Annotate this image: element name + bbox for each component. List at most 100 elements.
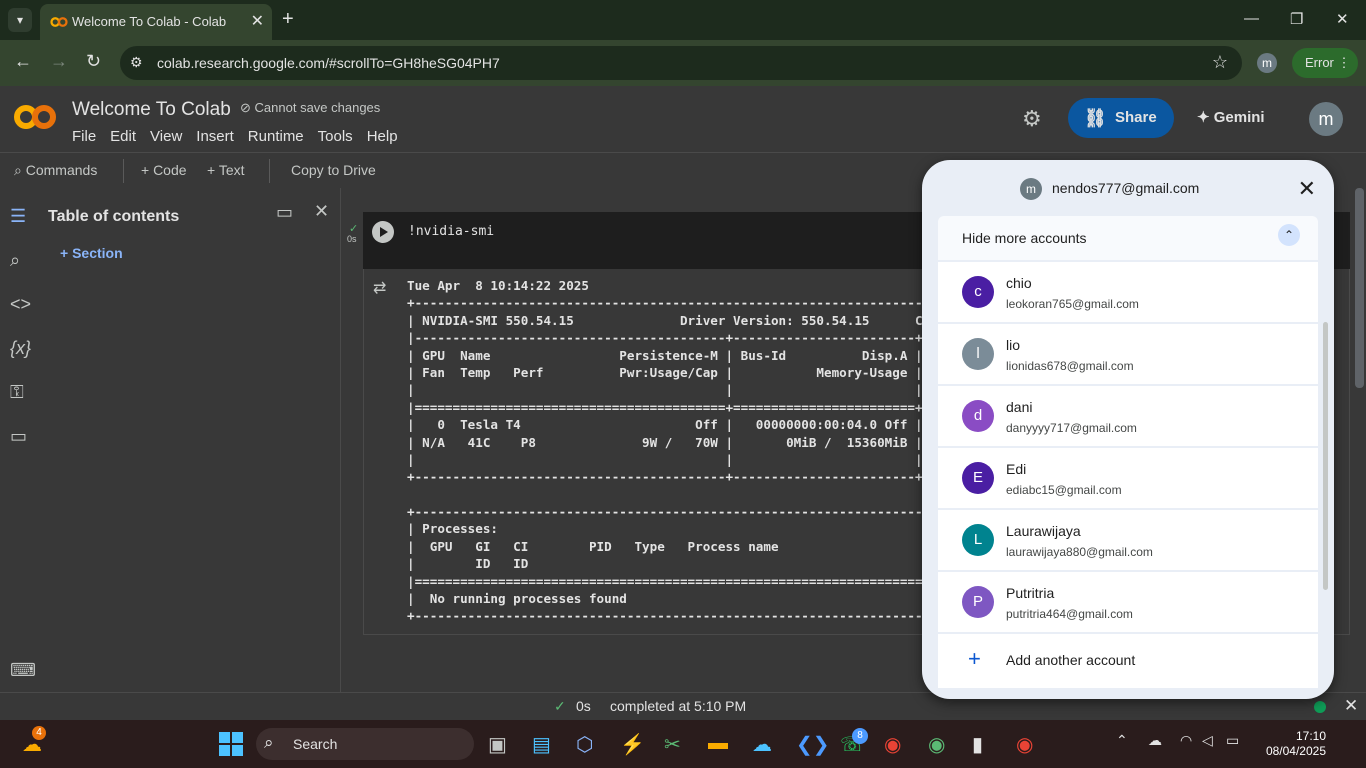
minimize-icon[interactable]: — [1244, 10, 1259, 27]
account-avatar[interactable]: m [1309, 102, 1343, 136]
error-button[interactable]: Error ⋮ [1292, 48, 1358, 78]
colab-favicon-icon [50, 17, 68, 27]
windows-start-icon[interactable] [219, 732, 243, 756]
terminal-app-icon[interactable]: ▮ [972, 732, 983, 757]
connection-dot [1314, 701, 1326, 713]
toc-close-icon[interactable]: ✕ [314, 201, 329, 222]
gemini-button[interactable]: ✦ Gemini [1197, 108, 1265, 126]
account-row[interactable]: E Edi ediabc15@gmail.com [938, 448, 1318, 508]
colab-logo-icon[interactable] [13, 102, 57, 132]
tray-chevron-icon[interactable]: ⌃ [1116, 732, 1128, 749]
taskbar-search-label: Search [293, 736, 338, 752]
menu-file[interactable]: File [72, 128, 96, 145]
wifi-icon[interactable]: ◠ [1180, 732, 1192, 749]
status-completed: completed at 5:10 PM [610, 698, 747, 714]
add-account-button[interactable]: + Add another account [938, 634, 1318, 688]
url-text[interactable]: colab.research.google.com/#scrollTo=GH8h… [157, 55, 500, 71]
window-close-icon[interactable]: ✕ [1336, 10, 1349, 28]
back-icon[interactable]: ← [14, 51, 32, 72]
tab-search-icon[interactable]: ▾ [8, 8, 32, 32]
menu-edit[interactable]: Edit [110, 128, 136, 145]
menu-insert[interactable]: Insert [196, 128, 234, 145]
reload-icon[interactable]: ↻ [86, 51, 101, 72]
power-automate-icon[interactable]: ⚡ [620, 732, 645, 757]
popup-close-icon[interactable]: ✕ [1298, 176, 1316, 202]
toc-add-section[interactable]: + Section [60, 245, 123, 261]
restore-icon[interactable]: ❐ [1290, 10, 1303, 28]
account-avatar: L [962, 524, 994, 556]
menu-help[interactable]: Help [367, 128, 398, 145]
clock-time: 17:10 [1295, 729, 1326, 743]
account-email: leokoran765@gmail.com [1006, 297, 1139, 311]
add-code-button[interactable]: + Code [141, 162, 187, 178]
vscode-icon[interactable]: ❮❯ [796, 732, 830, 757]
forward-icon[interactable]: → [50, 51, 68, 72]
account-row[interactable]: l lio lionidas678@gmail.com [938, 324, 1318, 384]
tab-title: Welcome To Colab - Colab [72, 14, 227, 29]
add-account-label: Add another account [1006, 652, 1136, 668]
status-close-icon[interactable]: ✕ [1344, 696, 1358, 716]
account-email: laurawijaya880@gmail.com [1006, 545, 1153, 559]
battery-icon[interactable]: ▭ [1226, 732, 1239, 749]
chrome-active-icon[interactable]: ◉ [1016, 732, 1033, 757]
bookmark-star-icon[interactable]: ☆ [1212, 52, 1228, 73]
copy-to-drive-button[interactable]: Copy to Drive [291, 162, 376, 178]
account-row[interactable]: c chio leokoran765@gmail.com [938, 262, 1318, 322]
code-snippets-icon[interactable]: <> [10, 294, 31, 315]
output-actions-icon[interactable]: ⇄ [373, 278, 386, 298]
account-row[interactable]: d dani danyyyy717@gmail.com [938, 386, 1318, 446]
taskbar-search[interactable]: ⌕ Search [256, 728, 474, 760]
notebook-scrollbar[interactable] [1355, 188, 1364, 388]
clock[interactable]: 17:10 08/04/2025 [1256, 729, 1326, 759]
menu-view[interactable]: View [150, 128, 182, 145]
cloud-app-icon[interactable]: ☁ [752, 732, 772, 757]
onedrive-icon[interactable]: ☁ [1148, 732, 1162, 749]
save-status-text: Cannot save changes [254, 100, 381, 115]
omnibox[interactable]: ⚙ colab.research.google.com/#scrollTo=GH… [120, 46, 1242, 80]
account-avatar: E [962, 462, 994, 494]
toolbar-divider [123, 159, 124, 183]
account-avatar: c [962, 276, 994, 308]
menu-bar: File Edit View Insert Runtime Tools Help [72, 128, 412, 145]
account-row[interactable]: P Putritria putritria464@gmail.com [938, 572, 1318, 632]
browser-tab[interactable]: Welcome To Colab - Colab ✕ [40, 4, 272, 40]
add-text-button[interactable]: + Text [207, 162, 245, 178]
account-email: lionidas678@gmail.com [1006, 359, 1134, 373]
app-icon[interactable]: ▤ [532, 732, 551, 757]
share-button[interactable]: ⛓ Share [1068, 98, 1174, 138]
new-tab-icon[interactable]: + [282, 8, 294, 30]
toc-icon[interactable]: ☰ [10, 206, 26, 227]
cell-code[interactable]: !nvidia-smi [408, 224, 494, 239]
tab-close-icon[interactable]: ✕ [251, 11, 264, 31]
windows-taskbar: ☁ 4 ⌕ Search ▣ ▤ ⬡ ⚡ ✂ ▬ ☁ ❮❯ ☏ 8 ◉ ◉ ▮ … [0, 720, 1366, 768]
hide-more-accounts-button[interactable]: Hide more accounts ⌃ [938, 216, 1318, 260]
volume-icon[interactable]: ◁ [1202, 732, 1213, 749]
find-icon[interactable]: ⌕ [10, 250, 20, 271]
terminal-icon[interactable]: ⌨ [10, 660, 36, 681]
menu-tools[interactable]: Tools [318, 128, 353, 145]
variables-icon[interactable]: {x} [10, 338, 31, 359]
exec-time: 0s [347, 234, 357, 244]
secrets-key-icon[interactable]: ⚿ [10, 382, 24, 403]
account-name: chio [1006, 275, 1032, 291]
run-cell-button[interactable] [372, 221, 394, 243]
snipping-tool-icon[interactable]: ✂ [664, 732, 681, 757]
account-row[interactable]: L Laurawijaya laurawijaya880@gmail.com [938, 510, 1318, 570]
toc-expand-icon[interactable]: ▭ [276, 202, 293, 223]
plus-icon: + [968, 646, 981, 671]
site-info-icon[interactable]: ⚙ [130, 54, 143, 71]
popup-scrollbar[interactable] [1323, 322, 1328, 590]
notebook-title[interactable]: Welcome To Colab [72, 99, 231, 121]
commands-button[interactable]: ⌕ Commands [14, 162, 97, 179]
settings-gear-icon[interactable]: ⚙ [1022, 106, 1042, 132]
task-view-icon[interactable]: ▣ [488, 732, 507, 757]
file-explorer-icon[interactable]: ▬ [708, 732, 728, 755]
commands-label: Commands [25, 162, 98, 178]
files-folder-icon[interactable]: ▭ [10, 426, 27, 447]
menu-runtime[interactable]: Runtime [248, 128, 304, 145]
chrome-icon[interactable]: ◉ [884, 732, 901, 757]
address-bar-row: ← → ↻ ⚙ colab.research.google.com/#scrol… [0, 40, 1366, 86]
virtualbox-icon[interactable]: ⬡ [576, 732, 593, 757]
browser-profile-avatar[interactable]: m [1257, 53, 1277, 73]
chrome-profile-icon[interactable]: ◉ [928, 732, 945, 757]
